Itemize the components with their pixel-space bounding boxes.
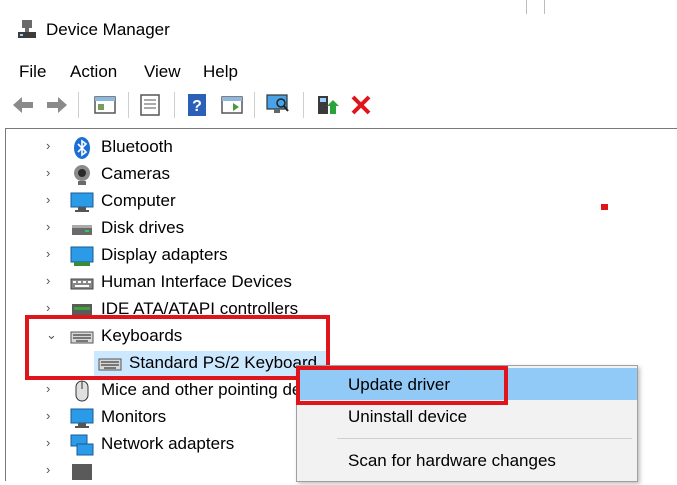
marker-dot bbox=[601, 204, 608, 210]
camera-icon bbox=[74, 165, 90, 185]
network-adapter-icon bbox=[70, 434, 94, 456]
tree-item-label: Cameras bbox=[101, 164, 170, 183]
chevron-right-icon[interactable]: › bbox=[46, 436, 58, 449]
computer-icon bbox=[70, 192, 94, 212]
chevron-right-icon[interactable]: › bbox=[46, 382, 58, 395]
chevron-right-icon[interactable]: › bbox=[46, 220, 58, 233]
help-icon[interactable]: ? bbox=[184, 92, 210, 118]
title-bar: Device Manager bbox=[0, 0, 677, 56]
toolbar-separator bbox=[254, 92, 255, 118]
annotation-box-update-driver bbox=[296, 366, 508, 405]
chevron-right-icon[interactable]: › bbox=[46, 193, 58, 206]
device-icon bbox=[72, 464, 92, 480]
toolbar-separator bbox=[78, 92, 79, 118]
uninstall-icon[interactable] bbox=[348, 92, 374, 118]
menu-item-label: Uninstall device bbox=[348, 407, 468, 426]
tree-item-label: Disk drives bbox=[101, 218, 185, 237]
tree-item-label: Bluetooth bbox=[101, 137, 173, 156]
menu-item-label: Scan for hardware changes bbox=[348, 451, 556, 470]
window-edge bbox=[544, 0, 545, 14]
chevron-right-icon[interactable]: › bbox=[46, 247, 58, 260]
properties-icon[interactable] bbox=[92, 92, 118, 118]
chevron-right-icon: › bbox=[46, 462, 51, 477]
tree-item-label: Monitors bbox=[101, 407, 167, 426]
toolbar-separator bbox=[174, 92, 175, 118]
toolbar-separator bbox=[303, 92, 304, 118]
chevron-right-icon[interactable]: › bbox=[46, 274, 58, 287]
tree-item-label: Human Interface Devices bbox=[101, 272, 292, 291]
menu-item-scan-hardware[interactable]: Scan for hardware changes bbox=[297, 446, 637, 478]
chevron-right-icon[interactable]: › bbox=[46, 301, 58, 314]
window-edge bbox=[526, 0, 527, 14]
device-manager-icon bbox=[18, 20, 36, 38]
hid-icon bbox=[70, 278, 94, 290]
tree-item-bluetooth[interactable]: › Bluetooth bbox=[6, 135, 677, 161]
annotation-box-keyboards bbox=[25, 315, 330, 380]
monitor-icon bbox=[70, 408, 94, 428]
action-pane-icon[interactable] bbox=[219, 92, 245, 118]
chevron-right-icon[interactable]: › bbox=[46, 139, 58, 152]
menu-item-uninstall-device[interactable]: Uninstall device bbox=[297, 402, 637, 434]
tree-item-disk-drives[interactable]: › Disk drives bbox=[6, 216, 677, 242]
menu-help[interactable]: Help bbox=[203, 62, 238, 82]
svg-text:?: ? bbox=[192, 98, 202, 115]
back-arrow-icon[interactable] bbox=[10, 92, 36, 118]
tree-item-label: Display adapters bbox=[101, 245, 228, 264]
display-adapter-icon bbox=[70, 246, 94, 266]
tree-item-display-adapters[interactable]: › Display adapters bbox=[6, 243, 677, 269]
chevron-right-icon[interactable]: › bbox=[46, 166, 58, 179]
tree-item-label: Computer bbox=[101, 191, 176, 210]
chevron-right-icon[interactable]: › bbox=[46, 409, 58, 422]
tree-item-label: Network adapters bbox=[101, 434, 235, 453]
scan-hardware-icon[interactable] bbox=[264, 92, 290, 118]
tree-item-human-interface-devices[interactable]: › Human Interface Devices bbox=[6, 270, 677, 296]
window-title: Device Manager bbox=[46, 20, 170, 39]
menu-separator bbox=[337, 438, 632, 439]
toolbar-separator bbox=[128, 92, 129, 118]
disk-drive-icon bbox=[72, 225, 92, 235]
forward-arrow-icon[interactable] bbox=[44, 92, 70, 118]
list-view-icon[interactable] bbox=[137, 92, 163, 118]
menu-file[interactable]: File bbox=[19, 62, 46, 82]
bluetooth-icon bbox=[74, 137, 90, 159]
mouse-icon bbox=[75, 380, 89, 402]
menu-action[interactable]: Action bbox=[70, 62, 117, 82]
tree-item-cameras[interactable]: › Cameras bbox=[6, 162, 677, 188]
update-driver-icon[interactable] bbox=[314, 92, 340, 118]
menu-view[interactable]: View bbox=[144, 62, 181, 82]
tree-item-computer[interactable]: › Computer bbox=[6, 189, 677, 215]
